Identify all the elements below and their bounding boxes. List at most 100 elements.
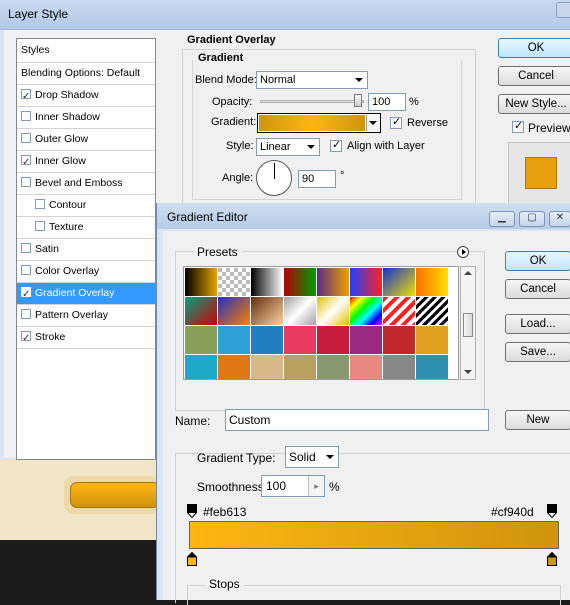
style-item-checkbox[interactable] [35,199,45,209]
style-item-checkbox[interactable] [21,133,31,143]
opacity-stop-right[interactable] [546,504,558,519]
opacity-slider[interactable] [260,100,364,103]
preset-swatch[interactable] [218,326,250,354]
preset-swatch[interactable] [251,297,283,325]
preset-swatch[interactable] [317,268,349,296]
preset-swatch[interactable] [416,268,448,296]
preset-swatch[interactable] [185,326,217,354]
reverse-checkbox[interactable] [390,115,402,129]
name-input[interactable]: Custom [225,409,489,431]
maximize-icon[interactable]: ▢ [519,211,545,227]
preset-swatch[interactable] [383,268,415,296]
preset-swatch[interactable] [284,297,316,325]
preset-swatch[interactable] [218,268,250,296]
align-with-layer-checkbox[interactable] [330,138,342,152]
opacity-input[interactable]: 100 [368,93,406,111]
save-button[interactable]: Save... [505,342,570,362]
blend-mode-select[interactable]: Normal [256,71,368,89]
close-icon[interactable]: ✕ [549,211,570,227]
preset-swatch[interactable] [383,355,415,379]
presets-scrollbar[interactable] [460,266,476,380]
gradient-editor-titlebar[interactable]: Gradient Editor ▁ ▢ ✕ [157,203,570,229]
preset-swatch[interactable] [317,355,349,379]
style-item-checkbox[interactable] [21,309,31,319]
close-button[interactable] [556,2,570,18]
layer-style-titlebar[interactable]: Layer Style [0,0,570,30]
style-item-bevel-and-emboss[interactable]: Bevel and Emboss [17,173,155,195]
style-item-label: Texture [49,221,84,233]
preset-swatch[interactable] [317,297,349,325]
smoothness-stepper[interactable]: ▸ [308,476,324,496]
preset-swatch[interactable] [218,297,250,325]
preset-swatch[interactable] [416,297,448,325]
style-item-checkbox[interactable] [35,221,45,231]
new-style-button[interactable]: New Style... [498,94,570,114]
scroll-up-icon[interactable] [464,271,472,275]
preset-swatch[interactable] [185,355,217,379]
preset-swatch[interactable] [251,355,283,379]
preset-swatch[interactable] [284,355,316,379]
preset-swatch[interactable] [284,268,316,296]
style-item-checkbox[interactable] [21,243,31,253]
ok-button[interactable]: OK [498,38,570,58]
scroll-down-icon[interactable] [464,370,472,374]
style-item-pattern-overlay[interactable]: Pattern Overlay [17,305,155,327]
opacity-slider-handle[interactable] [354,94,362,107]
style-item-gradient-overlay[interactable]: Gradient Overlay [17,283,155,305]
scroll-thumb[interactable] [463,313,473,337]
angle-dial[interactable] [256,160,292,196]
preset-swatch[interactable] [251,326,283,354]
ge-cancel-button[interactable]: Cancel [505,279,570,299]
minimize-icon[interactable]: ▁ [489,211,515,227]
style-item-drop-shadow[interactable]: Drop Shadow [17,85,155,107]
new-button[interactable]: New [505,410,570,430]
preset-swatch[interactable] [185,297,217,325]
preset-swatch[interactable] [416,355,448,379]
gradient-type-select[interactable]: Solid [285,446,339,468]
style-item-checkbox[interactable] [21,177,31,187]
style-item-outer-glow[interactable]: Outer Glow [17,129,155,151]
style-item-checkbox[interactable] [21,328,31,349]
color-stop-left[interactable] [186,551,198,566]
gradient-preview-swatch[interactable] [259,115,365,131]
style-item-color-overlay[interactable]: Color Overlay [17,261,155,283]
color-stop-right[interactable] [546,551,558,566]
preset-swatch[interactable] [284,326,316,354]
style-item-contour[interactable]: Contour [17,195,155,217]
preset-swatch[interactable] [416,326,448,354]
ge-ok-button[interactable]: OK [505,251,570,271]
angle-input[interactable]: 90 [298,170,336,188]
smoothness-input[interactable]: 100 ▸ [261,475,325,497]
preset-swatch[interactable] [317,326,349,354]
style-select[interactable]: Linear [256,138,320,156]
preset-swatch[interactable] [350,268,382,296]
cancel-button[interactable]: Cancel [498,66,570,86]
preset-swatch[interactable] [350,326,382,354]
style-item-checkbox[interactable] [21,284,31,305]
preset-swatch[interactable] [383,297,415,325]
style-item-checkbox[interactable] [21,86,31,107]
style-item-inner-glow[interactable]: Inner Glow [17,151,155,173]
preset-swatch[interactable] [350,355,382,379]
gradient-bar[interactable] [189,521,559,549]
style-item-checkbox[interactable] [21,152,31,173]
presets-menu-button[interactable] [457,246,469,258]
preset-swatch[interactable] [218,355,250,379]
preset-swatch[interactable] [350,297,382,325]
style-item-checkbox[interactable] [21,111,31,121]
style-item-inner-shadow[interactable]: Inner Shadow [17,107,155,129]
styles-header[interactable]: Styles [17,39,155,63]
load-button[interactable]: Load... [505,314,570,334]
gradient-dropdown-button[interactable] [366,115,380,131]
preset-swatch[interactable] [383,326,415,354]
style-item-stroke[interactable]: Stroke [17,327,155,349]
preset-swatch[interactable] [251,268,283,296]
style-item-satin[interactable]: Satin [17,239,155,261]
style-item-blending-options-default[interactable]: Blending Options: Default [17,63,155,85]
style-item-texture[interactable]: Texture [17,217,155,239]
gradient-picker[interactable] [257,113,381,133]
preview-checkbox[interactable] [512,119,524,133]
opacity-stop-left[interactable] [186,504,198,519]
preset-swatch[interactable] [185,268,217,296]
style-item-checkbox[interactable] [21,265,31,275]
